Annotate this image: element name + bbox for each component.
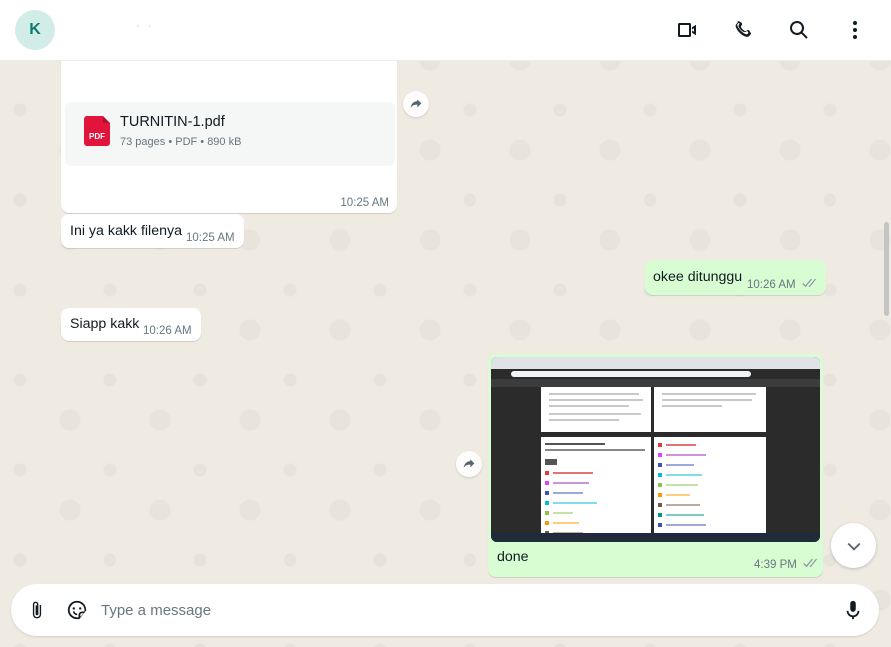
screenshot-toolbar xyxy=(491,379,820,387)
screenshot-page xyxy=(654,437,766,537)
screenshot-browser-tabbar xyxy=(491,357,820,369)
read-receipt-icon xyxy=(800,278,816,292)
chat-scrollbar[interactable] xyxy=(884,222,889,316)
message-time: 10:25 AM xyxy=(186,232,235,244)
message-input[interactable] xyxy=(101,594,821,626)
screenshot-page xyxy=(541,387,651,432)
screenshot-page xyxy=(654,387,766,432)
image-caption: done xyxy=(497,549,529,565)
message-text-bubble[interactable]: Ini ya kakk filenya 10:25 AM xyxy=(61,214,244,248)
document-card[interactable]: PDF TURNITIN-1.pdf 73 pages • PDF • 890 … xyxy=(65,102,395,166)
attach-icon[interactable] xyxy=(24,597,50,623)
menu-icon[interactable] xyxy=(839,14,871,46)
pdf-badge-label: PDF xyxy=(89,132,105,141)
contact-avatar[interactable]: K xyxy=(15,10,55,50)
message-document-bubble[interactable]: PDF TURNITIN-1.pdf 73 pages • PDF • 890 … xyxy=(61,40,397,213)
message-text-bubble[interactable]: okee ditunggu 10:26 AM xyxy=(645,260,826,295)
screenshot-page xyxy=(541,437,651,537)
message-time: 10:25 AM xyxy=(340,197,389,209)
video-call-icon[interactable] xyxy=(671,14,703,46)
message-time: 4:39 PM xyxy=(754,559,797,572)
screenshot-address-bar xyxy=(511,371,751,377)
message-text: Ini ya kakk filenya xyxy=(70,223,182,239)
document-file-meta: 73 pages • PDF • 890 kB xyxy=(120,136,242,148)
message-time-row: 4:39 PM xyxy=(754,558,817,572)
chat-header: K · · xyxy=(0,0,891,61)
document-file-name: TURNITIN-1.pdf xyxy=(120,114,225,130)
phone-icon[interactable] xyxy=(727,14,759,46)
message-image-bubble[interactable]: done 4:39 PM xyxy=(488,354,823,577)
microphone-icon[interactable] xyxy=(840,597,866,623)
sticker-icon[interactable] xyxy=(64,597,90,623)
forward-icon[interactable] xyxy=(456,451,482,477)
message-composer xyxy=(11,584,879,636)
message-time-row: 10:26 AM xyxy=(747,278,816,292)
read-receipt-icon xyxy=(801,558,817,572)
forward-icon[interactable] xyxy=(403,91,429,117)
message-text: okee ditunggu xyxy=(653,269,743,285)
pdf-file-icon: PDF xyxy=(84,116,110,146)
chevron-down-icon xyxy=(847,542,860,551)
search-icon[interactable] xyxy=(783,14,815,46)
contact-name[interactable]: · · xyxy=(136,18,153,32)
message-text-bubble[interactable]: Siapp kakk 10:26 AM xyxy=(61,308,201,341)
scroll-to-bottom-button[interactable] xyxy=(831,523,876,568)
message-text: Siapp kakk xyxy=(70,316,140,332)
screenshot-taskbar xyxy=(491,533,820,542)
image-attachment[interactable] xyxy=(491,357,820,542)
message-time: 10:26 AM xyxy=(143,325,192,337)
message-time: 10:26 AM xyxy=(747,279,796,292)
